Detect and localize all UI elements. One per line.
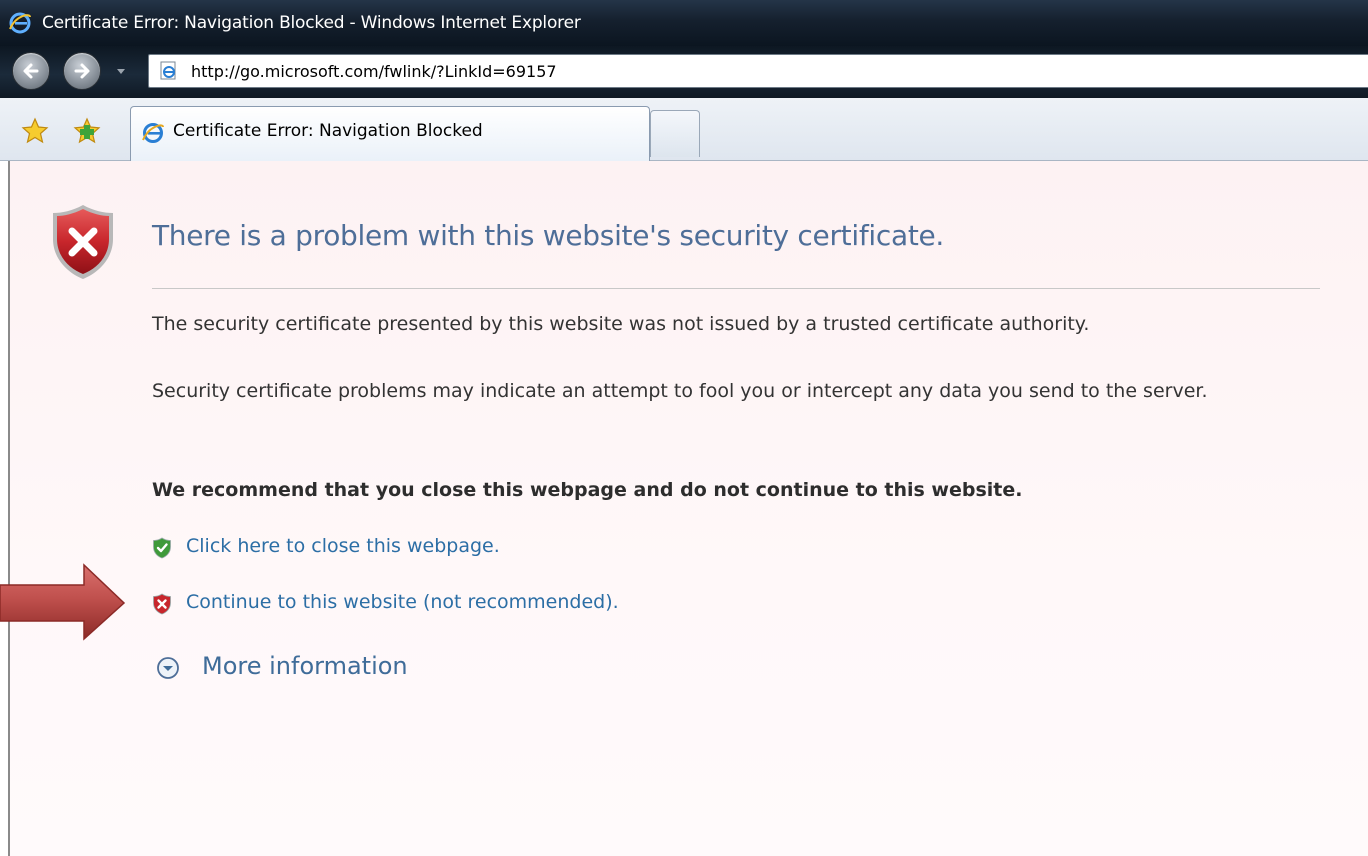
back-button[interactable] [12, 52, 50, 90]
close-webpage-link[interactable]: Click here to close this webpage. [186, 535, 500, 557]
certificate-explanation: The security certificate presented by th… [152, 313, 1090, 335]
red-shield-x-icon [153, 593, 171, 615]
page-title: There is a problem with this website's s… [152, 219, 945, 252]
forward-button[interactable] [63, 52, 101, 90]
favorites-star-icon[interactable] [20, 116, 50, 146]
tab-certificate-error[interactable]: Certificate Error: Navigation Blocked [130, 106, 650, 161]
security-warning: Security certificate problems may indica… [152, 380, 1208, 402]
back-arrow-icon [23, 63, 39, 79]
ie-logo-icon [9, 12, 31, 34]
forward-arrow-icon [74, 63, 90, 79]
tab-label: Certificate Error: Navigation Blocked [173, 121, 483, 141]
annotation-arrow-icon [0, 563, 126, 641]
green-shield-check-icon [153, 537, 171, 559]
page-content: There is a problem with this website's s… [8, 161, 1368, 856]
window-title-bar: Certificate Error: Navigation Blocked - … [0, 0, 1368, 46]
recommendation-text: We recommend that you close this webpage… [152, 479, 1023, 501]
tab-bar: Certificate Error: Navigation Blocked [0, 98, 1368, 161]
add-favorites-icon[interactable] [72, 116, 102, 146]
expand-chevron-icon [157, 657, 179, 679]
recent-pages-dropdown-icon[interactable] [116, 66, 126, 76]
continue-website-link[interactable]: Continue to this website (not recommende… [186, 591, 619, 613]
new-tab-button[interactable] [650, 110, 700, 157]
navigation-bar: http://go.microsoft.com/fwlink/?LinkId=6… [0, 46, 1368, 98]
ie-page-icon [142, 123, 164, 143]
title-divider [152, 288, 1320, 289]
address-url[interactable]: http://go.microsoft.com/fwlink/?LinkId=6… [191, 62, 557, 81]
ie-page-icon [160, 61, 176, 80]
more-information-link[interactable]: More information [202, 652, 408, 680]
window-title: Certificate Error: Navigation Blocked - … [42, 13, 581, 33]
address-bar[interactable]: http://go.microsoft.com/fwlink/?LinkId=6… [148, 54, 1368, 88]
error-shield-icon [53, 205, 113, 279]
